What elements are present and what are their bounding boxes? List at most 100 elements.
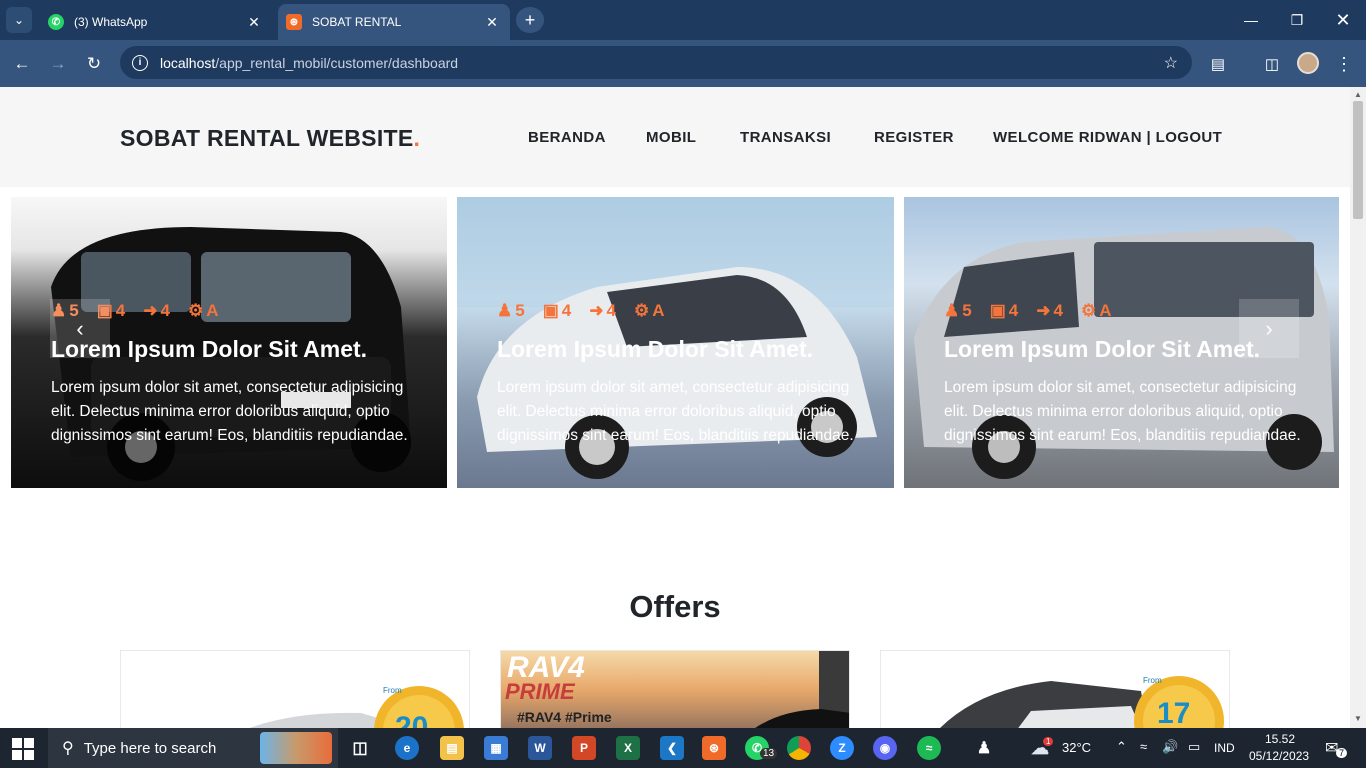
site-info-icon[interactable]: i [132, 54, 148, 71]
profile-avatar[interactable] [1297, 52, 1319, 74]
new-tab-button[interactable]: + [516, 7, 544, 33]
nav-welcome-logout[interactable]: WELCOME RIDWAN | LOGOUT [993, 129, 1222, 146]
close-icon[interactable]: ✕ [482, 14, 502, 31]
scrollbar-thumb[interactable] [1353, 101, 1363, 219]
close-icon[interactable]: ✕ [244, 14, 264, 31]
offer-card[interactable]: RAV4 PRIME #RAV4 #Prime [500, 650, 850, 728]
doors-feature: ➜ 4 [1036, 301, 1063, 320]
nav-transaksi[interactable]: TRANSAKSI [740, 129, 831, 146]
browser-tab-strip: ⌄ ✆ (3) WhatsApp ✕ ⊛ SOBAT RENTAL ✕ + — … [0, 0, 1366, 40]
nav-register[interactable]: REGISTER [874, 129, 954, 146]
door-exit-icon: ➜ [589, 301, 604, 320]
offer-card[interactable]: From 20 [120, 650, 470, 728]
seats-feature: ♟ 5 [497, 301, 525, 320]
network-icon[interactable]: ≈ [1140, 739, 1147, 754]
gear-icon: ⚙ [187, 301, 204, 320]
clock-time[interactable]: 15.52 [1265, 732, 1295, 746]
people-icon[interactable]: ♟ [972, 736, 996, 760]
battery-icon[interactable]: ▭ [1188, 739, 1200, 755]
search-highlight-image [260, 732, 332, 764]
window-close-icon[interactable]: ✕ [1320, 6, 1366, 34]
scroll-up-arrow-icon[interactable]: ▲ [1350, 90, 1366, 99]
carousel-prev-button[interactable]: ‹ [50, 299, 110, 358]
windows-taskbar: ⚲ Type here to search ◫ e ▤ ▦ W P X ❮ ⊛ … [0, 728, 1366, 768]
menu-kebab-icon[interactable]: ⋮ [1331, 51, 1357, 77]
input-language[interactable]: IND [1214, 741, 1235, 755]
browser-toolbar: ← → ↻ i localhost/app_rental_mobil/custo… [0, 40, 1366, 87]
offer-card[interactable]: From 17 [880, 650, 1230, 728]
car-slide: ♟ 5 ▣ 4 ➜ 4 ⚙ A Lorem Ipsum Dolor Sit Amet. … [457, 197, 894, 488]
offers-heading: Offers [629, 589, 721, 624]
edge-icon[interactable]: e [395, 736, 419, 760]
site-header: SOBAT RENTAL WEBSITE. BERANDA MOBIL TRAN… [0, 87, 1350, 187]
restore-icon[interactable]: ❐ [1274, 6, 1320, 34]
spotify-icon[interactable]: ≈ [917, 736, 941, 760]
extensions-icon[interactable]: ▤ [1205, 51, 1231, 77]
zoom-icon[interactable]: Z [830, 736, 854, 760]
reload-icon[interactable]: ↻ [80, 50, 108, 78]
nav-beranda[interactable]: BERANDA [528, 129, 606, 146]
bags-feature: ▣ 4 [542, 301, 572, 320]
suitcase-icon: ▣ [989, 301, 1006, 320]
gear-icon: ⚙ [633, 301, 650, 320]
whatsapp-icon: ✆ [48, 14, 64, 30]
notification-count: 7 [1336, 748, 1348, 758]
taskbar-search-box[interactable]: ⚲ Type here to search [48, 728, 338, 768]
door-exit-icon: ➜ [143, 301, 158, 320]
discord-icon[interactable]: ◉ [873, 736, 897, 760]
page-viewport: SOBAT RENTAL WEBSITE. BERANDA MOBIL TRAN… [0, 87, 1350, 728]
tab-title: (3) WhatsApp [74, 15, 148, 29]
doors-feature: ➜ 4 [143, 301, 170, 320]
windows-start-icon[interactable] [12, 738, 34, 760]
chrome-icon[interactable] [787, 736, 811, 760]
slide-title: Lorem Ipsum Dolor Sit Amet. [497, 336, 814, 362]
chevron-up-icon[interactable]: ⌃ [1116, 739, 1127, 755]
offer-badge-number: 17 [1157, 697, 1191, 728]
car-carousel: ♟ 5 ▣ 4 ➜ 4 ⚙ A Lorem Ipsum Dolor Sit Amet. … [0, 197, 1350, 489]
page-scrollbar[interactable]: ▲ ▼ [1350, 87, 1366, 728]
offer-car-image [755, 651, 849, 728]
scroll-down-arrow-icon[interactable]: ▼ [1350, 714, 1366, 723]
forward-icon[interactable]: → [44, 50, 72, 78]
bags-feature: ▣ 4 [989, 301, 1019, 320]
weather-temperature[interactable]: 32°C [1062, 740, 1091, 755]
task-view-icon[interactable]: ◫ [348, 736, 372, 760]
seats-feature: ♟ 5 [944, 301, 972, 320]
search-placeholder: Type here to search [83, 739, 217, 757]
volume-icon[interactable]: 🔊 [1162, 739, 1178, 755]
excel-icon[interactable]: X [616, 736, 640, 760]
transmission-feature: ⚙ A [187, 301, 219, 320]
doors-feature: ➜ 4 [589, 301, 616, 320]
user-icon: ♟ [944, 301, 960, 320]
tab-sobat-rental[interactable]: ⊛ SOBAT RENTAL ✕ [278, 4, 510, 40]
address-bar[interactable]: i localhost/app_rental_mobil/customer/da… [120, 46, 1192, 79]
word-icon[interactable]: W [528, 736, 552, 760]
ms-store-icon[interactable]: ▦ [484, 736, 508, 760]
powerpoint-icon[interactable]: P [572, 736, 596, 760]
car-features: ♟ 5 ▣ 4 ➜ 4 ⚙ A [497, 301, 877, 321]
user-icon: ♟ [497, 301, 513, 320]
site-logo[interactable]: SOBAT RENTAL WEBSITE. [120, 125, 420, 152]
door-exit-icon: ➜ [1036, 301, 1051, 320]
slide-caption: ♟ 5 ▣ 4 ➜ 4 ⚙ A Lorem Ipsum Dolor Sit Amet. … [497, 301, 877, 448]
transmission-feature: ⚙ A [633, 301, 665, 320]
minimize-icon[interactable]: — [1228, 6, 1274, 34]
tab-search-chevron-icon[interactable]: ⌄ [6, 7, 32, 33]
offer-badge-number: 20 [395, 711, 429, 728]
search-icon: ⚲ [62, 740, 74, 757]
clock-date[interactable]: 05/12/2023 [1249, 749, 1309, 763]
bookmark-star-icon[interactable]: ☆ [1164, 53, 1178, 73]
nav-mobil[interactable]: MOBIL [646, 129, 696, 146]
xampp-icon[interactable]: ⊛ [702, 736, 726, 760]
url-text[interactable]: localhost/app_rental_mobil/customer/dash… [160, 55, 1164, 71]
vscode-icon[interactable]: ❮ [660, 736, 684, 760]
suitcase-icon: ▣ [542, 301, 559, 320]
back-icon[interactable]: ← [8, 50, 36, 78]
tab-title: SOBAT RENTAL [312, 15, 402, 29]
carousel-next-button[interactable]: › [1239, 299, 1299, 358]
file-explorer-icon[interactable]: ▤ [440, 736, 464, 760]
tab-whatsapp[interactable]: ✆ (3) WhatsApp ✕ [40, 4, 272, 40]
offer-badge-small: From [383, 686, 402, 695]
slide-description: Lorem ipsum dolor sit amet, consectetur … [497, 379, 854, 444]
side-panel-icon[interactable]: ◫ [1259, 51, 1285, 77]
